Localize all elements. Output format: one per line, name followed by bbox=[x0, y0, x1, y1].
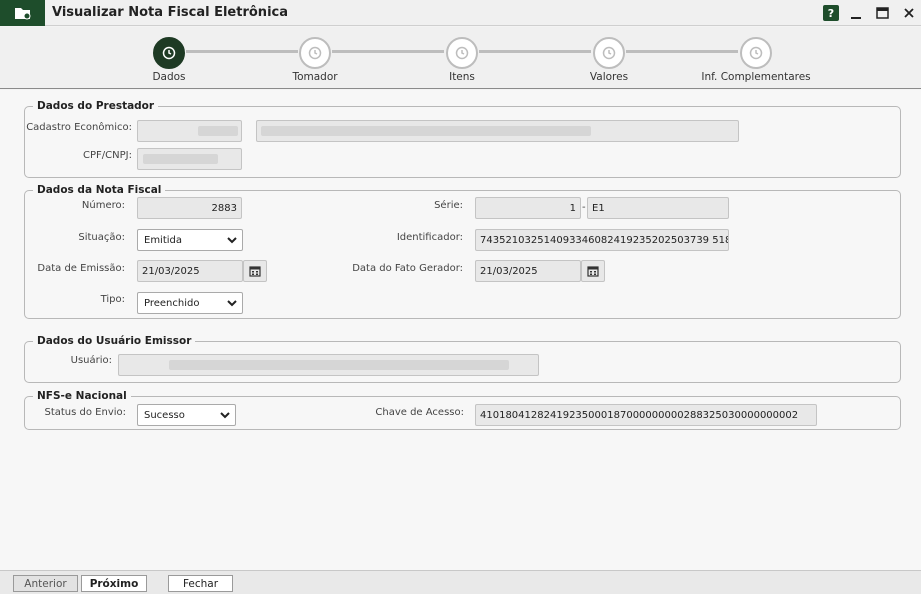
step-connector bbox=[626, 50, 738, 53]
cadastro-name-field bbox=[256, 120, 739, 142]
calendar-icon[interactable] bbox=[243, 260, 267, 282]
step-label: Tomador bbox=[292, 71, 338, 83]
situacao-select[interactable]: Emitida bbox=[137, 229, 243, 251]
calendar-icon[interactable] bbox=[581, 260, 605, 282]
maximize-button[interactable] bbox=[874, 5, 890, 21]
step-label: Valores bbox=[589, 71, 629, 83]
identificador-label: Identificador: bbox=[396, 232, 463, 243]
window-title: Visualizar Nota Fiscal Eletrônica bbox=[52, 5, 288, 20]
usuario-field bbox=[118, 354, 539, 376]
clock-icon bbox=[299, 37, 331, 69]
usuario-label: Usuário: bbox=[70, 355, 112, 366]
serie-separator: - bbox=[582, 202, 586, 213]
cadastro-label: Cadastro Econômico: bbox=[26, 122, 132, 133]
chevron-down-icon bbox=[226, 234, 238, 249]
step-connector bbox=[479, 50, 591, 53]
identificador-field: 743521032514093346082419235202503739 518… bbox=[475, 229, 729, 251]
fato-gerador-field: 21/03/2025 bbox=[475, 260, 581, 282]
emissao-label: Data de Emissão: bbox=[37, 263, 125, 274]
clock-icon bbox=[593, 37, 625, 69]
anterior-button[interactable]: Anterior bbox=[13, 575, 78, 592]
help-button[interactable]: ? bbox=[823, 5, 839, 21]
proximo-button[interactable]: Próximo bbox=[81, 575, 147, 592]
fechar-button[interactable]: Fechar bbox=[168, 575, 233, 592]
status-envio-value: Sucesso bbox=[144, 409, 185, 421]
numero-label: Número: bbox=[81, 200, 125, 211]
clock-icon bbox=[740, 37, 772, 69]
emissao-field: 21/03/2025 bbox=[137, 260, 243, 282]
cpf-label: CPF/CNPJ: bbox=[83, 150, 132, 161]
section-title: NFS-e Nacional bbox=[37, 390, 127, 402]
step-connector bbox=[332, 50, 444, 53]
footer-bar: Anterior Próximo Fechar bbox=[0, 570, 921, 594]
serie-number-field: 1 bbox=[475, 197, 581, 219]
tipo-value: Preenchido bbox=[144, 297, 200, 309]
tipo-select[interactable]: Preenchido bbox=[137, 292, 243, 314]
step-label: Inf. Complementares bbox=[701, 71, 811, 83]
serie-label: Série: bbox=[434, 200, 463, 211]
section-title: Dados da Nota Fiscal bbox=[37, 184, 162, 196]
wizard-stepper: Dados Tomador Itens Valores Inf. Complem… bbox=[0, 27, 921, 89]
section-title: Dados do Usuário Emissor bbox=[37, 335, 192, 347]
numero-field: 2883 bbox=[137, 197, 242, 219]
folder-icon bbox=[0, 0, 45, 26]
situacao-label: Situação: bbox=[78, 232, 125, 243]
tipo-label: Tipo: bbox=[100, 294, 125, 305]
fato-gerador-label: Data do Fato Gerador: bbox=[352, 263, 463, 274]
step-connector bbox=[186, 50, 298, 53]
form-content: Dados do Prestador Cadastro Econômico: C… bbox=[0, 90, 921, 570]
cadastro-code-field bbox=[137, 120, 242, 142]
step-label: Dados bbox=[152, 71, 186, 83]
chevron-down-icon bbox=[219, 409, 231, 424]
section-title: Dados do Prestador bbox=[37, 100, 155, 112]
clock-icon bbox=[153, 37, 185, 69]
minimize-button[interactable] bbox=[848, 5, 864, 21]
situacao-value: Emitida bbox=[144, 234, 183, 246]
chevron-down-icon bbox=[226, 297, 238, 312]
title-bar: Visualizar Nota Fiscal Eletrônica ? bbox=[0, 0, 921, 26]
status-envio-select[interactable]: Sucesso bbox=[137, 404, 236, 426]
chave-acesso-field: 4101804128241923500018700000000028832503… bbox=[475, 404, 817, 426]
step-label: Itens bbox=[449, 71, 475, 83]
chave-acesso-label: Chave de Acesso: bbox=[375, 407, 464, 418]
status-envio-label: Status do Envio: bbox=[44, 407, 126, 418]
cpf-field bbox=[137, 148, 242, 170]
close-button[interactable] bbox=[901, 5, 917, 21]
clock-icon bbox=[446, 37, 478, 69]
serie-code-field: E1 bbox=[587, 197, 729, 219]
